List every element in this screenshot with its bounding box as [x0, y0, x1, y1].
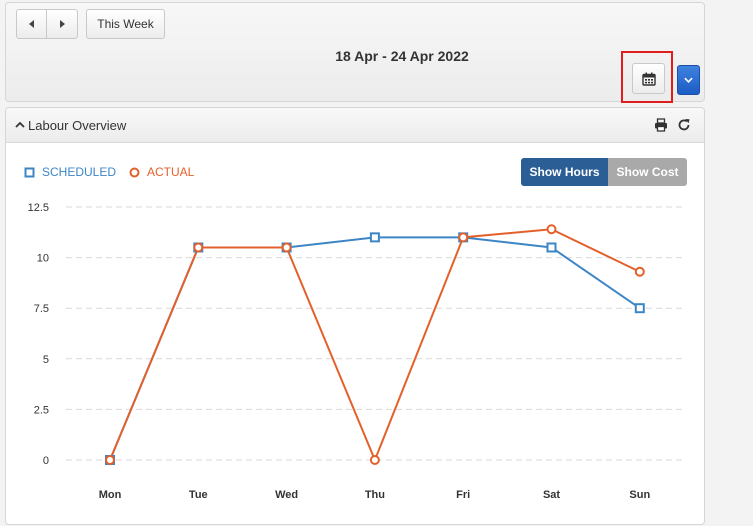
data-point-scheduled: [546, 242, 557, 253]
y-tick-label: 10: [37, 253, 49, 265]
series-line-actual: [109, 228, 641, 463]
options-dropdown-button[interactable]: [677, 65, 700, 95]
y-tick-label: 7.5: [34, 303, 49, 315]
y-tick-label: 0: [43, 455, 49, 467]
caret-left-icon: [28, 20, 34, 28]
calendar-icon: [641, 72, 656, 86]
data-point-scheduled: [634, 303, 645, 314]
x-tick-label: Fri: [456, 489, 470, 501]
data-point-scheduled: [369, 232, 380, 243]
data-point-actual: [193, 242, 204, 253]
chevron-down-icon: [684, 77, 693, 83]
labour-line-chart: 0 2.5 5 7.5 10 12.5 Mon Tue Wed Thu Fri Sat Sun: [28, 202, 684, 501]
calendar-button[interactable]: [632, 63, 665, 94]
x-tick-label: Wed: [275, 489, 298, 501]
data-point-actual: [369, 455, 380, 465]
y-tick-label: 5: [43, 354, 49, 366]
y-tick-label: 12.5: [28, 202, 49, 214]
week-toolbar: This Week 18 Apr - 24 Apr 2022: [5, 2, 705, 103]
x-tick-label: Sat: [543, 489, 560, 501]
x-tick-label: Tue: [189, 489, 208, 501]
data-point-actual: [634, 266, 645, 277]
caret-right-icon: [60, 20, 65, 28]
data-point-actual: [458, 232, 469, 243]
date-range-label: 18 Apr - 24 Apr 2022: [335, 48, 469, 64]
x-tick-label: Sun: [629, 489, 650, 501]
y-tick-label: 2.5: [34, 404, 49, 416]
x-tick-label: Thu: [365, 489, 385, 501]
x-tick-label: Mon: [99, 489, 122, 501]
week-nav-group: [16, 9, 78, 39]
labour-overview-panel: Labour Overview SCHEDULED ACTUAL Show Ho…: [5, 107, 705, 525]
next-week-button[interactable]: [47, 9, 78, 39]
this-week-button[interactable]: This Week: [86, 9, 165, 39]
data-point-actual: [546, 224, 557, 235]
prev-week-button[interactable]: [16, 9, 47, 39]
data-point-actual: [105, 455, 115, 465]
data-point-actual: [281, 242, 292, 253]
